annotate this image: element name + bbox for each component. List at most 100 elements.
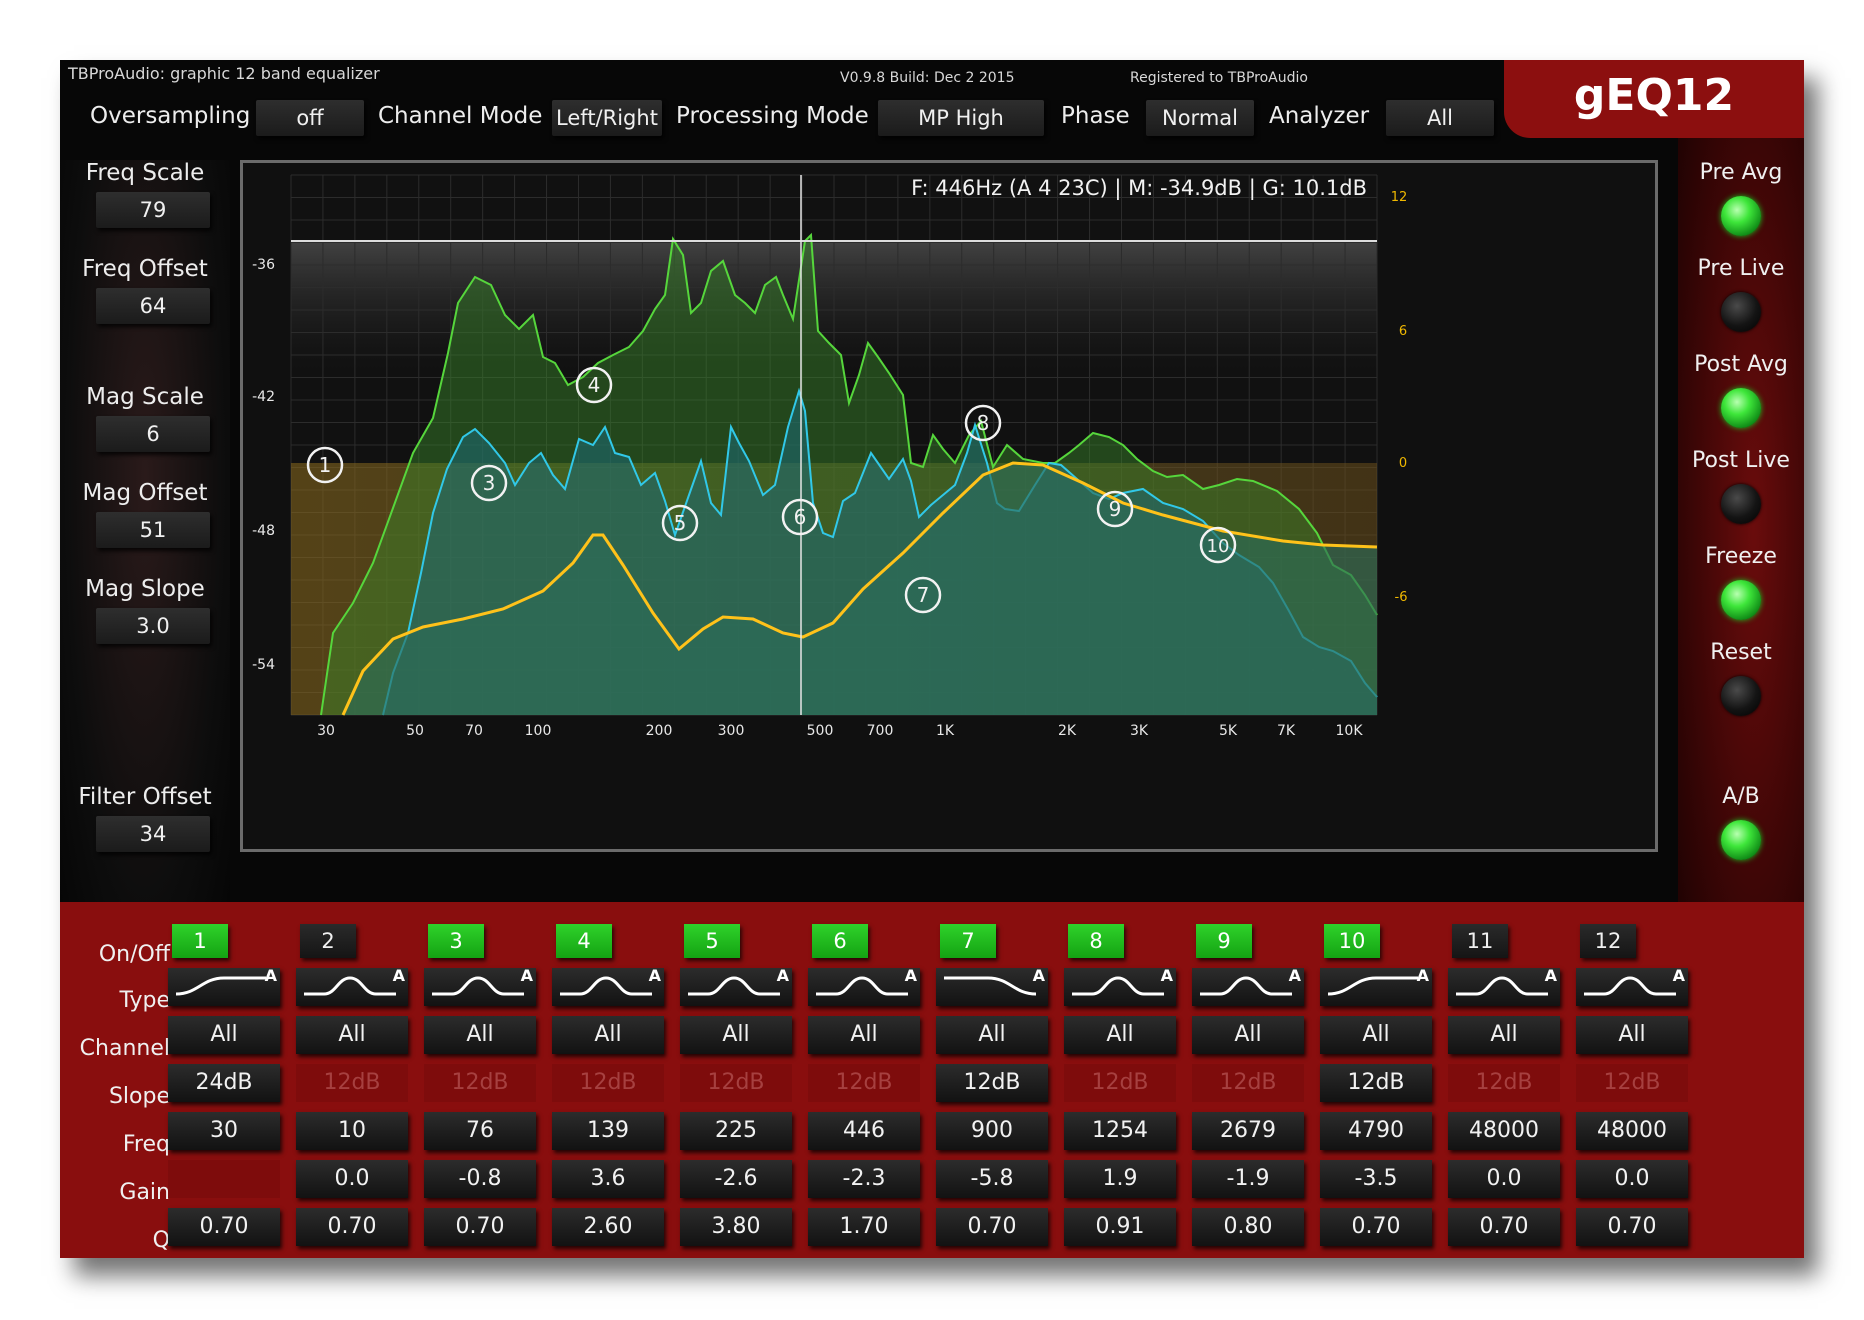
band-freq-field[interactable]: 225 bbox=[680, 1112, 792, 1150]
band-gain-field[interactable]: -5.8 bbox=[936, 1160, 1048, 1198]
band-slope-select[interactable]: 12dB bbox=[1064, 1064, 1176, 1102]
phase-select[interactable]: Normal bbox=[1146, 100, 1254, 136]
band-onoff-button[interactable]: 10 bbox=[1324, 924, 1380, 958]
band-type-selector[interactable]: A bbox=[296, 966, 408, 1006]
spectrum-svg[interactable]: F: 446Hz (A 4 23C) | M: -34.9dB | G: 10.… bbox=[243, 163, 1655, 849]
band-onoff-button[interactable]: 5 bbox=[684, 924, 740, 958]
band-type-selector[interactable]: A bbox=[808, 966, 920, 1006]
band-slope-select[interactable]: 12dB bbox=[936, 1064, 1048, 1102]
band-q-field[interactable]: 0.91 bbox=[1064, 1208, 1176, 1246]
band-type-selector[interactable]: A bbox=[552, 966, 664, 1006]
band-q-field[interactable]: 0.70 bbox=[424, 1208, 536, 1246]
band-type-selector[interactable]: A bbox=[1192, 966, 1304, 1006]
channel-mode-select[interactable]: Left/Right bbox=[552, 100, 662, 136]
spectrum-graph[interactable]: F: 446Hz (A 4 23C) | M: -34.9dB | G: 10.… bbox=[240, 160, 1658, 852]
band-slope-select[interactable]: 12dB bbox=[424, 1064, 536, 1102]
band-channel-select[interactable]: All bbox=[808, 1016, 920, 1054]
reset-led[interactable] bbox=[1721, 676, 1761, 716]
band-slope-select[interactable]: 12dB bbox=[1576, 1064, 1688, 1102]
band-slope-select[interactable]: 12dB bbox=[808, 1064, 920, 1102]
band-onoff-button[interactable]: 3 bbox=[428, 924, 484, 958]
band-channel-select[interactable]: All bbox=[552, 1016, 664, 1054]
band-slope-select[interactable]: 24dB bbox=[168, 1064, 280, 1102]
band-slope-select[interactable]: 12dB bbox=[1448, 1064, 1560, 1102]
band-channel-select[interactable]: All bbox=[1320, 1016, 1432, 1054]
band-channel-select[interactable]: All bbox=[1448, 1016, 1560, 1054]
band-onoff-button[interactable]: 4 bbox=[556, 924, 612, 958]
band-q-field[interactable]: 3.80 bbox=[680, 1208, 792, 1246]
band-slope-select[interactable]: 12dB bbox=[296, 1064, 408, 1102]
band-freq-field[interactable]: 48000 bbox=[1576, 1112, 1688, 1150]
band-channel-select[interactable]: All bbox=[424, 1016, 536, 1054]
band-q-field[interactable]: 0.70 bbox=[1448, 1208, 1560, 1246]
band-channel-select[interactable]: All bbox=[680, 1016, 792, 1054]
band-onoff-button[interactable]: 12 bbox=[1580, 924, 1636, 958]
band-type-selector[interactable]: A bbox=[680, 966, 792, 1006]
band-q-field[interactable]: 0.70 bbox=[296, 1208, 408, 1246]
band-onoff-button[interactable]: 2 bbox=[300, 924, 356, 958]
band-channel-select[interactable]: All bbox=[1192, 1016, 1304, 1054]
band-gain-field[interactable]: 0.0 bbox=[1448, 1160, 1560, 1198]
band-freq-field[interactable]: 900 bbox=[936, 1112, 1048, 1150]
band-channel-select[interactable]: All bbox=[296, 1016, 408, 1054]
band-onoff-button[interactable]: 1 bbox=[172, 924, 228, 958]
band-type-selector[interactable]: A bbox=[168, 966, 280, 1006]
band-channel-select[interactable]: All bbox=[1576, 1016, 1688, 1054]
band-gain-field[interactable]: 0.0 bbox=[296, 1160, 408, 1198]
band-q-field[interactable]: 0.80 bbox=[1192, 1208, 1304, 1246]
band-type-selector[interactable]: A bbox=[1576, 966, 1688, 1006]
band-channel-select[interactable]: All bbox=[1064, 1016, 1176, 1054]
band-freq-field[interactable]: 2679 bbox=[1192, 1112, 1304, 1150]
band-freq-field[interactable]: 1254 bbox=[1064, 1112, 1176, 1150]
band-gain-field[interactable]: 3.6 bbox=[552, 1160, 664, 1198]
band-onoff-button[interactable]: 11 bbox=[1452, 924, 1508, 958]
band-gain-field[interactable]: -3.5 bbox=[1320, 1160, 1432, 1198]
band-freq-field[interactable]: 30 bbox=[168, 1112, 280, 1150]
pre-live-led[interactable] bbox=[1721, 292, 1761, 332]
band-type-selector[interactable]: A bbox=[936, 966, 1048, 1006]
mag-offset-field[interactable]: 51 bbox=[96, 512, 210, 548]
band-onoff-button[interactable]: 9 bbox=[1196, 924, 1252, 958]
band-gain-field[interactable] bbox=[168, 1160, 280, 1198]
post-avg-led[interactable] bbox=[1721, 388, 1761, 428]
band-onoff-button[interactable]: 7 bbox=[940, 924, 996, 958]
band-q-field[interactable]: 0.70 bbox=[1576, 1208, 1688, 1246]
band-q-field[interactable]: 2.60 bbox=[552, 1208, 664, 1246]
band-freq-field[interactable]: 446 bbox=[808, 1112, 920, 1150]
mag-scale-field[interactable]: 6 bbox=[96, 416, 210, 452]
band-type-selector[interactable]: A bbox=[1064, 966, 1176, 1006]
band-gain-field[interactable]: -2.6 bbox=[680, 1160, 792, 1198]
mag-slope-field[interactable]: 3.0 bbox=[96, 608, 210, 644]
band-q-field[interactable]: 0.70 bbox=[1320, 1208, 1432, 1246]
band-gain-field[interactable]: -0.8 bbox=[424, 1160, 536, 1198]
band-slope-select[interactable]: 12dB bbox=[680, 1064, 792, 1102]
band-onoff-button[interactable]: 6 bbox=[812, 924, 868, 958]
band-onoff-button[interactable]: 8 bbox=[1068, 924, 1124, 958]
band-slope-select[interactable]: 12dB bbox=[1320, 1064, 1432, 1102]
band-gain-field[interactable]: -1.9 bbox=[1192, 1160, 1304, 1198]
band-slope-select[interactable]: 12dB bbox=[1192, 1064, 1304, 1102]
band-freq-field[interactable]: 4790 bbox=[1320, 1112, 1432, 1150]
band-q-field[interactable]: 1.70 bbox=[808, 1208, 920, 1246]
filter-offset-field[interactable]: 34 bbox=[96, 816, 210, 852]
oversampling-select[interactable]: off bbox=[256, 100, 364, 136]
band-channel-select[interactable]: All bbox=[936, 1016, 1048, 1054]
band-freq-field[interactable]: 76 bbox=[424, 1112, 536, 1150]
band-type-selector[interactable]: A bbox=[1320, 966, 1432, 1006]
band-freq-field[interactable]: 10 bbox=[296, 1112, 408, 1150]
band-q-field[interactable]: 0.70 bbox=[936, 1208, 1048, 1246]
post-live-led[interactable] bbox=[1721, 484, 1761, 524]
band-type-selector[interactable]: A bbox=[424, 966, 536, 1006]
band-type-selector[interactable]: A bbox=[1448, 966, 1560, 1006]
freq-scale-field[interactable]: 79 bbox=[96, 192, 210, 228]
processing-mode-select[interactable]: MP High bbox=[878, 100, 1044, 136]
band-gain-field[interactable]: 0.0 bbox=[1576, 1160, 1688, 1198]
ab-led[interactable] bbox=[1721, 820, 1761, 860]
band-freq-field[interactable]: 48000 bbox=[1448, 1112, 1560, 1150]
pre-avg-led[interactable] bbox=[1721, 196, 1761, 236]
band-slope-select[interactable]: 12dB bbox=[552, 1064, 664, 1102]
freeze-led[interactable] bbox=[1721, 580, 1761, 620]
band-freq-field[interactable]: 139 bbox=[552, 1112, 664, 1150]
analyzer-select[interactable]: All bbox=[1386, 100, 1494, 136]
band-gain-field[interactable]: 1.9 bbox=[1064, 1160, 1176, 1198]
